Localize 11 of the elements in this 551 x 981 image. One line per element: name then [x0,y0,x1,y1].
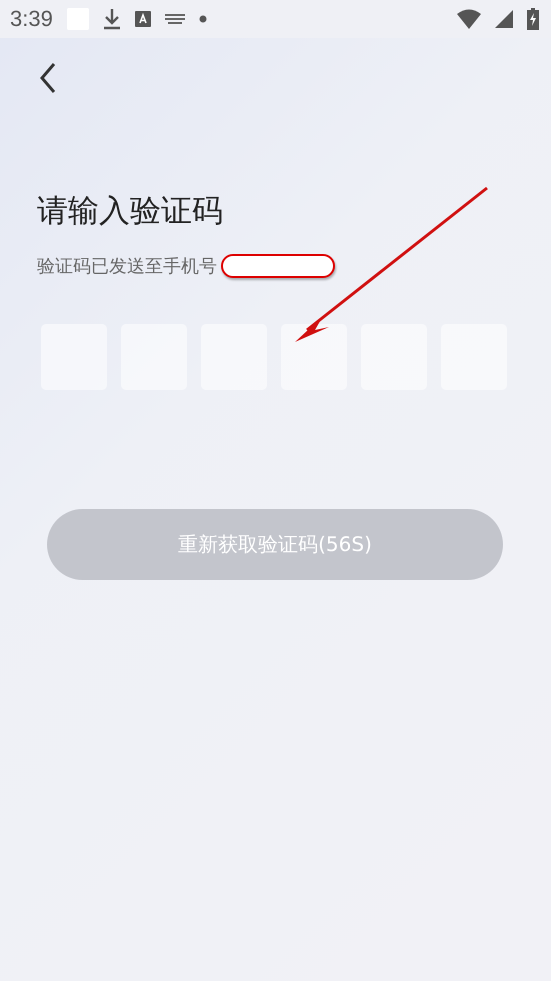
battery-icon [527,8,539,30]
code-digit-field[interactable] [281,324,347,390]
keyboard-icon [164,14,185,24]
download-icon [102,8,121,30]
wifi-icon [457,9,481,29]
sent-message: 验证码已发送至手机号 [37,255,217,278]
text-icon [134,11,151,27]
dot-icon [198,15,207,23]
page-title: 请输入验证码 [37,192,224,231]
signal-icon [495,10,513,28]
status-time: 3:39 [10,6,53,32]
